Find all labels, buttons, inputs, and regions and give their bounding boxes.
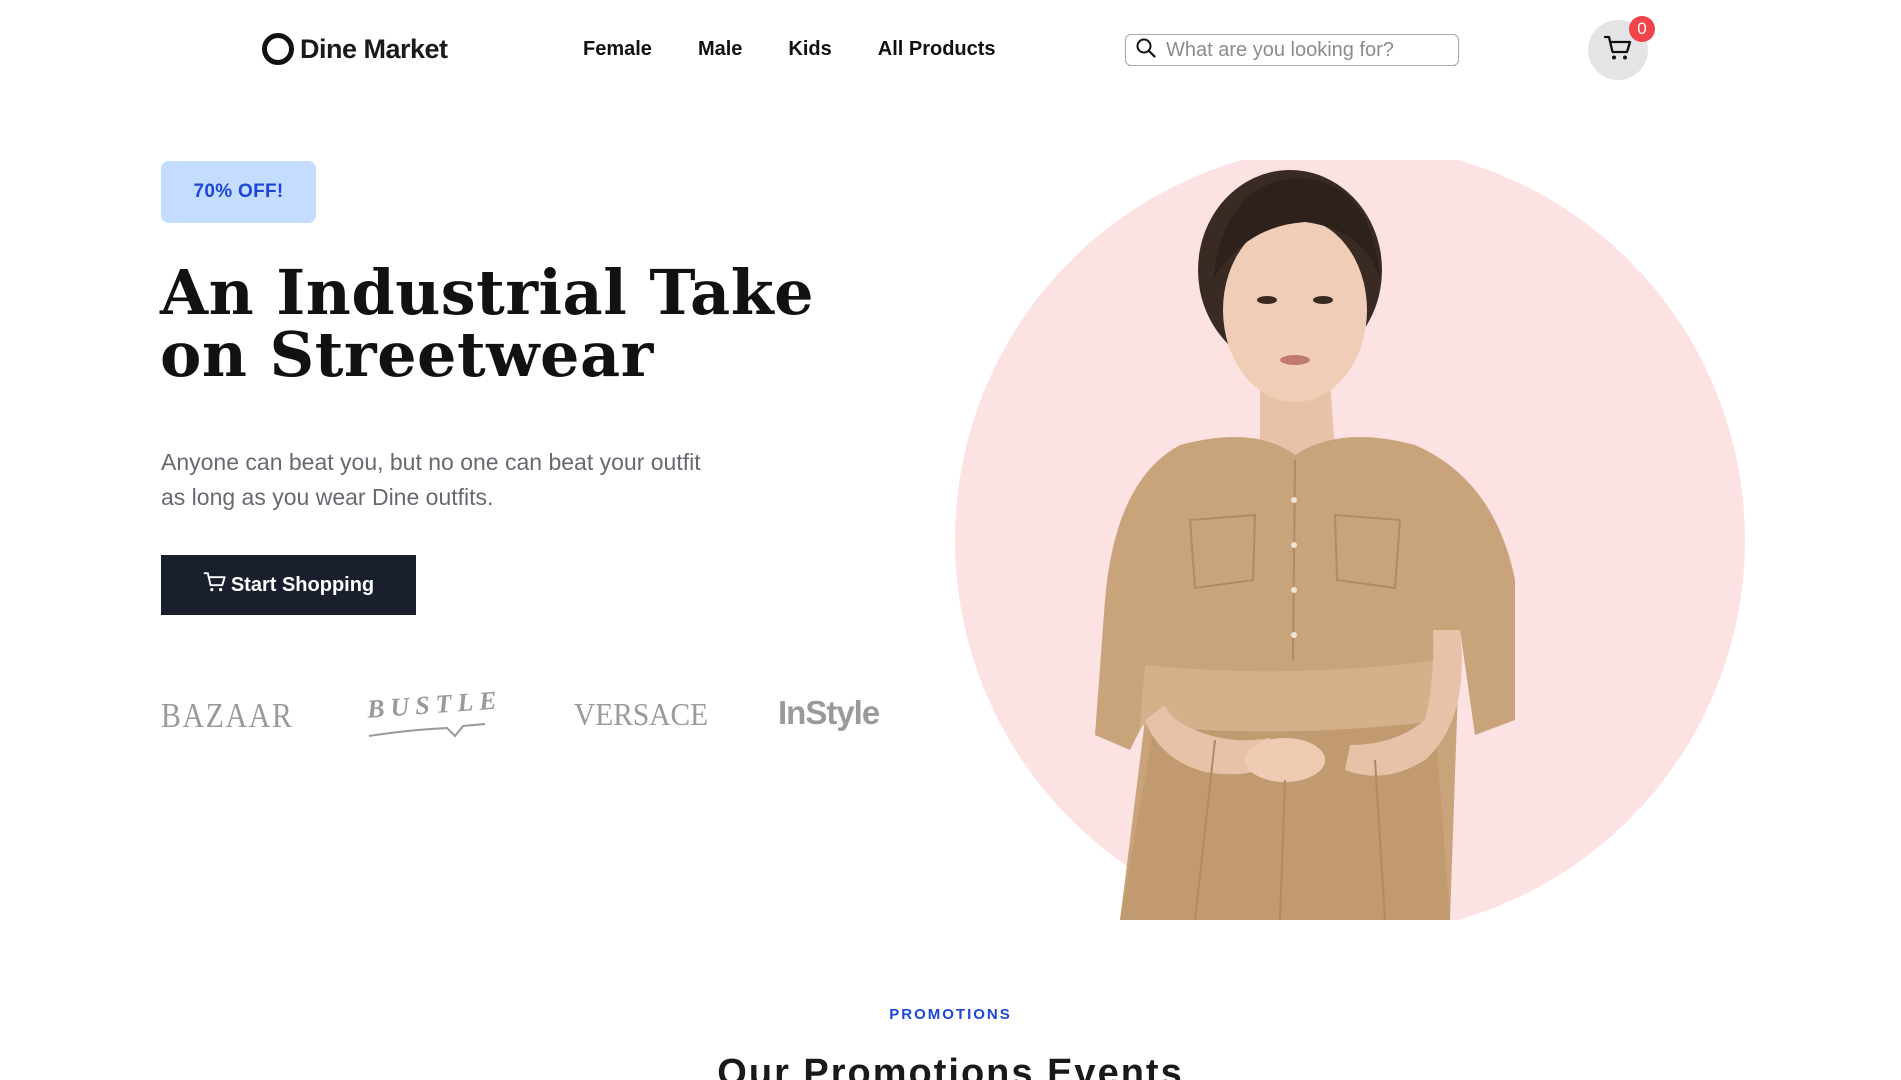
cart-count-badge: 0: [1629, 16, 1655, 42]
brand-logo-versace: VERSACE: [574, 696, 709, 732]
hero-title: An Industrial Take on Streetwear: [160, 256, 815, 391]
start-shopping-label: Start Shopping: [230, 573, 375, 596]
brand-logos: BAZAAR BUSTLE VERSACE InStyle: [161, 685, 901, 740]
brand-logo-bustle: BUSTLE: [366, 685, 504, 724]
cart-icon: [1603, 33, 1633, 68]
main-nav: Female Male Kids All Products: [583, 38, 996, 61]
cart-button[interactable]: 0: [1588, 16, 1655, 80]
search-icon: [1136, 38, 1156, 63]
logo-icon: [262, 33, 294, 65]
hero-subtitle: Anyone can beat you, but no one can beat…: [161, 449, 701, 510]
nav-link-kids[interactable]: Kids: [788, 38, 831, 61]
logo-text: Dine Market: [300, 33, 448, 64]
cart-icon: [203, 570, 227, 600]
promotions-eyebrow: PROMOTIONS: [889, 1006, 1012, 1023]
brand-logo-instyle: InStyle: [778, 694, 880, 731]
hero-image: [955, 160, 1745, 920]
bustle-swoosh-icon: [368, 723, 486, 738]
nav-link-all-products[interactable]: All Products: [878, 38, 996, 61]
start-shopping-button[interactable]: Start Shopping: [161, 555, 416, 615]
search-bar: [1125, 34, 1459, 66]
logo[interactable]: Dine Market: [262, 33, 448, 65]
brand-logo-bazaar: BAZAAR: [161, 696, 294, 735]
site-header: Dine Market Female Male Kids All Product…: [0, 0, 1901, 100]
nav-link-male[interactable]: Male: [698, 38, 742, 61]
nav-link-female[interactable]: Female: [583, 38, 652, 61]
discount-badge: 70% OFF!: [161, 161, 316, 223]
search-input[interactable]: [1166, 38, 1446, 62]
promotions-title: Our Promotions Events: [717, 1052, 1184, 1080]
